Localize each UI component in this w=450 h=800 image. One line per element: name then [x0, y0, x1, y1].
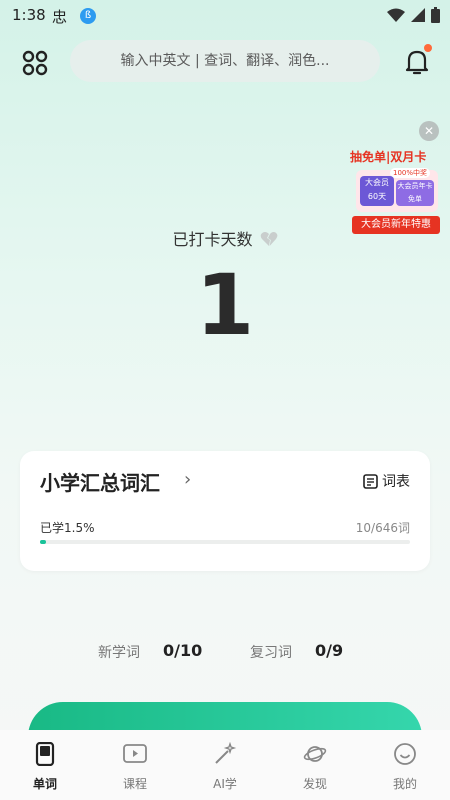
wordlist-label: 词表: [382, 474, 410, 490]
phone-card-icon: [35, 741, 55, 767]
promo-headline: 抽免单|双月卡: [350, 150, 427, 164]
planet-icon: [303, 746, 327, 762]
checkin-count: 1: [195, 256, 255, 354]
promo-card: 100%中奖 大会员60天 大会员年卡免单: [356, 168, 438, 212]
status-indicators: [387, 7, 440, 23]
notification-dot: [424, 44, 432, 52]
video-play-icon: [123, 744, 147, 763]
app-notification-icon: 忠: [52, 8, 68, 26]
wifi-icon: [387, 8, 405, 22]
status-bar: 1:38 忠 ß: [0, 0, 450, 30]
status-time: 1:38: [12, 6, 46, 24]
top-bar: 输入中英文 | 查词、翻译、润色...: [0, 40, 450, 84]
progress-count: 10/646词: [355, 521, 410, 535]
magic-wand-icon: [215, 741, 237, 764]
promo-close-button[interactable]: ✕: [419, 121, 439, 141]
vocab-book-title[interactable]: 小学汇总词汇: [40, 467, 160, 496]
tab-courses-label: 课程: [122, 777, 147, 791]
tab-discover[interactable]: 发现: [285, 742, 345, 792]
tab-words-label: 单词: [32, 777, 57, 791]
tab-ai-label: AI学: [213, 777, 237, 791]
promo-card-year: 大会员年卡免单: [396, 180, 434, 206]
promo-card-60days: 大会员60天: [360, 176, 394, 206]
wordlist-button[interactable]: 词表: [363, 471, 410, 491]
chevron-right-icon[interactable]: ›: [184, 469, 191, 490]
promo-banner[interactable]: 抽免单|双月卡 100%中奖 大会员60天 大会员年卡免单 大会员新年特惠: [350, 148, 442, 236]
vocab-book-card[interactable]: 小学汇总词汇 › 词表 已学1.5% 10/646词: [20, 451, 430, 571]
apps-grid-icon[interactable]: [22, 50, 48, 76]
progress-bar-fill: [40, 540, 46, 544]
bottom-tab-bar: 单词 课程 AI学 发现 我的: [0, 730, 450, 800]
checkin-label-text: 已打卡天数: [172, 230, 253, 249]
tab-me[interactable]: 我的: [375, 742, 435, 792]
blue-badge-icon: ß: [80, 8, 96, 24]
battery-icon: [431, 7, 440, 23]
signal-icon: [411, 8, 425, 22]
broken-heart-icon: [260, 232, 277, 246]
tab-me-label: 我的: [392, 777, 417, 791]
review-words-value: 0/9: [315, 641, 344, 660]
bell-icon[interactable]: [404, 48, 430, 76]
tab-ai[interactable]: AI学: [195, 741, 255, 792]
new-words-value: 0/10: [163, 641, 203, 660]
new-words-label: 新学词: [98, 645, 140, 661]
search-input[interactable]: 输入中英文 | 查词、翻译、润色...: [70, 40, 380, 82]
review-words-label: 复习词: [250, 645, 292, 661]
checkin-label: 已打卡天数: [0, 226, 450, 250]
tab-discover-label: 发现: [302, 777, 327, 791]
smile-face-icon: [394, 743, 416, 765]
tab-courses[interactable]: 课程: [105, 742, 165, 792]
progress-bar: [40, 540, 410, 544]
list-doc-icon: [363, 473, 378, 489]
tab-words[interactable]: 单词: [15, 741, 75, 792]
progress-label: 已学1.5%: [40, 521, 95, 535]
promo-badge: 100%中奖: [390, 168, 431, 178]
